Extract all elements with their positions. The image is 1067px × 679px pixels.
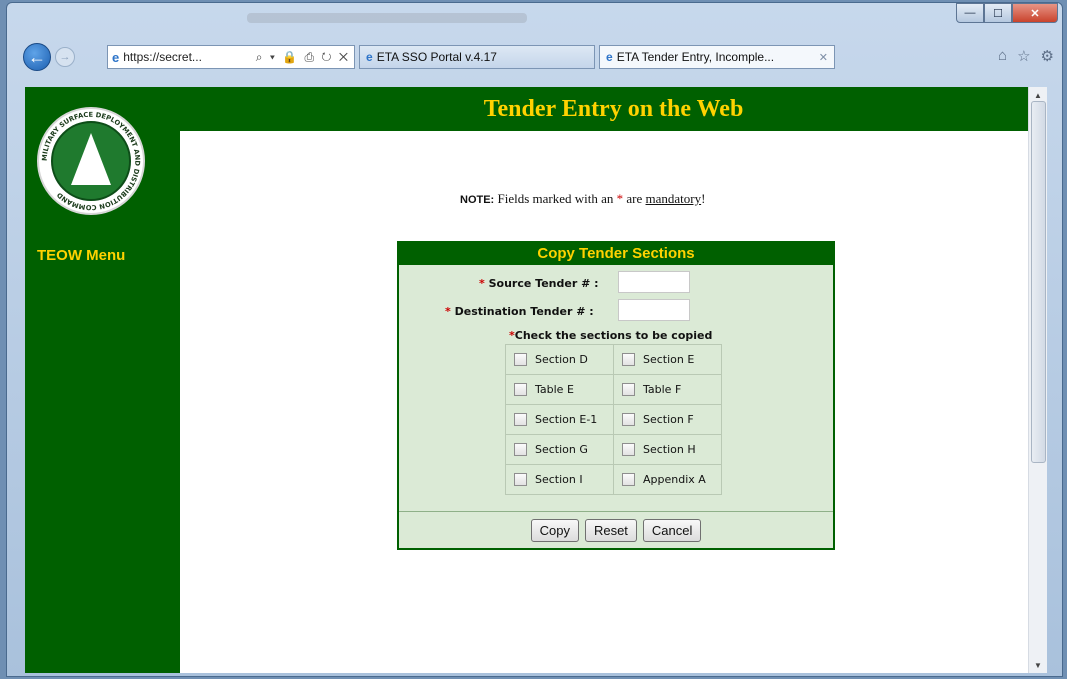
cancel-button[interactable]: Cancel bbox=[642, 519, 702, 542]
reset-button[interactable]: Reset bbox=[584, 519, 637, 542]
logo-emblem bbox=[51, 121, 131, 201]
required-star: * bbox=[479, 277, 485, 290]
address-text: https://secret... bbox=[123, 50, 202, 64]
section-checkbox[interactable] bbox=[514, 353, 527, 367]
ie-tab-icon: e bbox=[366, 50, 373, 64]
scroll-down-icon[interactable]: ▼ bbox=[1029, 657, 1047, 673]
section-label: Table F bbox=[643, 382, 682, 396]
section-cell: Section D bbox=[505, 344, 614, 375]
browser-right-icons: ⌂ ☆ ⚙ bbox=[998, 47, 1054, 65]
minimize-button[interactable]: — bbox=[956, 3, 984, 23]
copy-tender-panel: Copy Tender Sections * Source Tender # :… bbox=[397, 241, 835, 550]
mandatory-note: NOTE: Fields marked with an * are mandat… bbox=[460, 191, 705, 207]
section-cell: Table F bbox=[613, 374, 722, 405]
section-cell: Section F bbox=[613, 404, 722, 435]
sections-grid: Section D Section E Table E Table F Sect… bbox=[505, 344, 722, 495]
form-buttons: Copy Reset Cancel bbox=[399, 519, 833, 542]
address-controls[interactable]: ⌕ ▾ 🔒 ⎙ ↻ ✕ bbox=[256, 50, 354, 65]
title-bar[interactable]: — ☐ ✕ bbox=[7, 3, 1062, 33]
section-cell: Section E-1 bbox=[505, 404, 614, 435]
section-checkbox[interactable] bbox=[622, 383, 635, 397]
section-label: Table E bbox=[535, 382, 574, 396]
blurred-window-title bbox=[247, 13, 527, 23]
section-checkbox[interactable] bbox=[622, 473, 635, 487]
tab-sso-portal[interactable]: e ETA SSO Portal v.4.17 bbox=[359, 45, 595, 69]
section-checkbox[interactable] bbox=[514, 473, 527, 487]
destination-tender-label: * Destination Tender # : bbox=[445, 305, 594, 318]
note-text: ! bbox=[701, 191, 706, 206]
required-star: * bbox=[445, 305, 451, 318]
section-label: Section E-1 bbox=[535, 412, 598, 426]
note-text: Fields marked with an bbox=[494, 191, 617, 206]
section-checkbox[interactable] bbox=[622, 443, 635, 457]
destination-tender-input[interactable] bbox=[618, 299, 690, 321]
teow-menu[interactable]: TEOW Menu bbox=[37, 247, 125, 264]
section-cell: Table E bbox=[505, 374, 614, 405]
section-label: Section E bbox=[643, 352, 695, 366]
panel-title: Copy Tender Sections bbox=[399, 243, 833, 265]
copy-button[interactable]: Copy bbox=[530, 519, 579, 542]
check-sections-header: *Check the sections to be copied bbox=[509, 329, 712, 342]
favorites-icon[interactable]: ☆ bbox=[1017, 47, 1030, 65]
section-cell: Section H bbox=[613, 434, 722, 465]
browser-window: — ☐ ✕ ← → e https://secret... ⌕ ▾ 🔒 ⎙ ↻ … bbox=[6, 2, 1063, 677]
section-cell: Section G bbox=[505, 434, 614, 465]
section-label: Section H bbox=[643, 442, 696, 456]
ie-page-icon: e bbox=[112, 49, 120, 65]
sidebar: MILITARY SURFACE DEPLOYMENT AND DISTRIBU… bbox=[25, 87, 180, 673]
section-cell: Appendix A bbox=[613, 464, 722, 495]
note-prefix: NOTE: bbox=[460, 194, 495, 206]
destination-label-text: Destination Tender # : bbox=[454, 305, 594, 318]
tab-label: ETA Tender Entry, Incomple... bbox=[616, 50, 775, 64]
section-label: Section D bbox=[535, 352, 588, 366]
section-checkbox[interactable] bbox=[514, 413, 527, 427]
source-label-text: Source Tender # : bbox=[488, 277, 599, 290]
gear-icon[interactable]: ⚙ bbox=[1041, 47, 1054, 65]
section-cell: Section E bbox=[613, 344, 722, 375]
window-controls: — ☐ ✕ bbox=[956, 3, 1058, 23]
section-label: Appendix A bbox=[643, 472, 706, 486]
ie-tab-icon: e bbox=[606, 50, 613, 64]
page-title: Tender Entry on the Web bbox=[180, 87, 1047, 131]
vertical-scrollbar[interactable]: ▲ ▼ bbox=[1028, 87, 1047, 673]
back-button[interactable]: ← bbox=[23, 43, 51, 71]
divider bbox=[399, 511, 833, 512]
note-text: are bbox=[623, 191, 646, 206]
source-tender-label: * Source Tender # : bbox=[479, 277, 599, 290]
forward-button[interactable]: → bbox=[55, 47, 75, 67]
section-cell: Section I bbox=[505, 464, 614, 495]
sddc-logo: MILITARY SURFACE DEPLOYMENT AND DISTRIBU… bbox=[37, 107, 145, 215]
note-emphasis: mandatory bbox=[645, 191, 702, 206]
address-bar[interactable]: e https://secret... ⌕ ▾ 🔒 ⎙ ↻ ✕ bbox=[107, 45, 355, 69]
close-tab-icon[interactable]: ✕ bbox=[819, 51, 828, 64]
arrow-icon bbox=[71, 133, 111, 185]
section-label: Section F bbox=[643, 412, 694, 426]
home-icon[interactable]: ⌂ bbox=[998, 47, 1007, 65]
section-label: Section I bbox=[535, 472, 583, 486]
tab-label: ETA SSO Portal v.4.17 bbox=[376, 50, 497, 64]
scroll-thumb[interactable] bbox=[1031, 101, 1046, 463]
browser-toolbar: ← → e https://secret... ⌕ ▾ 🔒 ⎙ ↻ ✕ e ET… bbox=[7, 37, 1062, 71]
tab-tender-entry[interactable]: e ETA Tender Entry, Incomple... ✕ bbox=[599, 45, 835, 69]
section-checkbox[interactable] bbox=[514, 443, 527, 457]
page-viewport: MILITARY SURFACE DEPLOYMENT AND DISTRIBU… bbox=[25, 87, 1047, 673]
check-header-text: Check the sections to be copied bbox=[514, 329, 713, 342]
section-checkbox[interactable] bbox=[622, 353, 635, 367]
section-checkbox[interactable] bbox=[514, 383, 527, 397]
maximize-button[interactable]: ☐ bbox=[984, 3, 1012, 23]
section-label: Section G bbox=[535, 442, 588, 456]
section-checkbox[interactable] bbox=[622, 413, 635, 427]
close-window-button[interactable]: ✕ bbox=[1012, 3, 1058, 23]
source-tender-input[interactable] bbox=[618, 271, 690, 293]
